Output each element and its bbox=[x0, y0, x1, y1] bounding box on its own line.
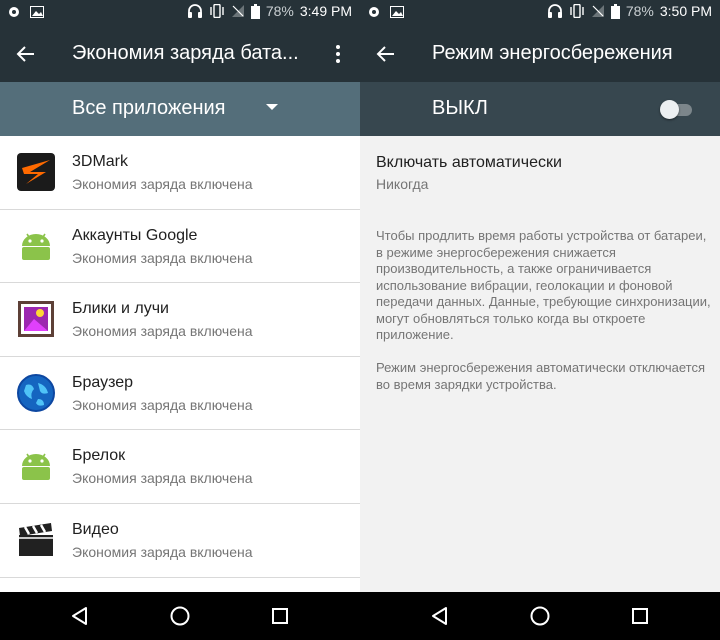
switch-state-label: ВЫКЛ bbox=[432, 97, 488, 119]
vibrate-icon bbox=[209, 4, 225, 18]
app-filter-dropdown[interactable]: Все приложения bbox=[0, 82, 360, 136]
status-bar: 78% 3:50 PM bbox=[360, 0, 720, 26]
clapperboard-icon bbox=[16, 520, 56, 560]
app-status: Экономия заряда включена bbox=[72, 396, 253, 413]
clock: 3:50 PM bbox=[659, 3, 712, 19]
app-status: Экономия заряда включена bbox=[72, 543, 253, 560]
recents-nav-icon[interactable] bbox=[628, 604, 652, 628]
headphones-icon bbox=[187, 4, 203, 18]
dropdown-caret-icon bbox=[266, 104, 278, 110]
auto-turn-on-preference[interactable]: Включать автоматически Никогда bbox=[360, 136, 720, 206]
list-item[interactable]: Брелок Экономия заряда включена bbox=[0, 430, 360, 504]
image-notification-icon bbox=[30, 6, 44, 18]
list-item[interactable]: Браузер Экономия заряда включена bbox=[0, 357, 360, 431]
page-title: Экономия заряда бата... bbox=[72, 42, 299, 64]
android-icon bbox=[16, 446, 56, 486]
preference-summary: Никогда bbox=[376, 176, 429, 192]
toolbar: Экономия заряда бата... bbox=[0, 26, 360, 82]
battery-icon bbox=[250, 3, 260, 19]
page-title: Режим энергосбережения bbox=[432, 42, 673, 64]
home-nav-icon[interactable] bbox=[168, 604, 192, 628]
list-item[interactable]: 3DMark Экономия заряда включена bbox=[0, 136, 360, 210]
filter-label: Все приложения bbox=[72, 97, 226, 119]
app-name: Аккаунты Google bbox=[72, 226, 198, 244]
battery-icon bbox=[610, 3, 620, 19]
app-notification-icon bbox=[368, 6, 380, 18]
battery-optimization-screen: 78% 3:49 PM Экономия заряда бата... Все … bbox=[0, 0, 360, 640]
app-status: Экономия заряда включена bbox=[72, 176, 253, 192]
clock: 3:49 PM bbox=[299, 3, 352, 19]
app-name: Брелок bbox=[72, 447, 126, 465]
headphones-icon bbox=[547, 4, 563, 18]
list-item[interactable]: Блики и лучи Экономия заряда включена bbox=[0, 283, 360, 357]
toolbar: Режим энергосбережения bbox=[360, 26, 720, 82]
navigation-bar bbox=[360, 592, 720, 640]
photo-frame-icon bbox=[16, 299, 56, 339]
home-nav-icon[interactable] bbox=[528, 604, 552, 628]
no-signal-icon bbox=[231, 4, 245, 18]
app-name: Браузер bbox=[72, 373, 134, 391]
image-notification-icon bbox=[390, 6, 404, 18]
app-status: Экономия заряда включена bbox=[72, 249, 253, 266]
navigation-bar bbox=[0, 592, 360, 640]
charging-note: Режим энергосбережения автоматически отк… bbox=[376, 360, 705, 392]
app-name: Блики и лучи bbox=[72, 300, 169, 318]
vibrate-icon bbox=[569, 4, 585, 18]
app-status: Экономия заряда включена bbox=[72, 323, 253, 340]
app-status: Экономия заряда включена bbox=[72, 470, 253, 487]
battery-saver-description: Чтобы продлить время работы устройства о… bbox=[376, 228, 711, 342]
battery-saver-switch-bar[interactable]: ВЫКЛ bbox=[360, 82, 720, 136]
back-nav-icon[interactable] bbox=[428, 604, 452, 628]
preference-title: Включать автоматически bbox=[376, 154, 562, 171]
no-signal-icon bbox=[591, 4, 605, 18]
battery-percent: 78% bbox=[265, 3, 294, 19]
back-arrow-icon[interactable] bbox=[372, 40, 400, 68]
battery-percent: 78% bbox=[625, 3, 654, 19]
app-list: 3DMark Экономия заряда включена Аккаунты… bbox=[0, 136, 360, 592]
battery-saver-screen: 78% 3:50 PM Режим энергосбережения ВЫКЛ … bbox=[360, 0, 720, 640]
globe-icon bbox=[16, 373, 56, 413]
list-item[interactable]: Аккаунты Google Экономия заряда включена bbox=[0, 210, 360, 284]
3dmark-icon bbox=[16, 152, 56, 192]
app-name: Видео bbox=[72, 520, 119, 538]
overflow-menu-icon[interactable] bbox=[328, 40, 348, 68]
back-arrow-icon[interactable] bbox=[12, 40, 40, 68]
toggle-thumb bbox=[660, 100, 679, 119]
app-name: 3DMark bbox=[72, 153, 129, 170]
back-nav-icon[interactable] bbox=[68, 604, 92, 628]
android-icon bbox=[16, 226, 56, 266]
status-bar: 78% 3:49 PM bbox=[0, 0, 360, 26]
app-notification-icon bbox=[8, 6, 20, 18]
battery-saver-toggle[interactable] bbox=[660, 99, 694, 119]
recents-nav-icon[interactable] bbox=[268, 604, 292, 628]
list-item[interactable]: Видео Экономия заряда включена bbox=[0, 504, 360, 578]
